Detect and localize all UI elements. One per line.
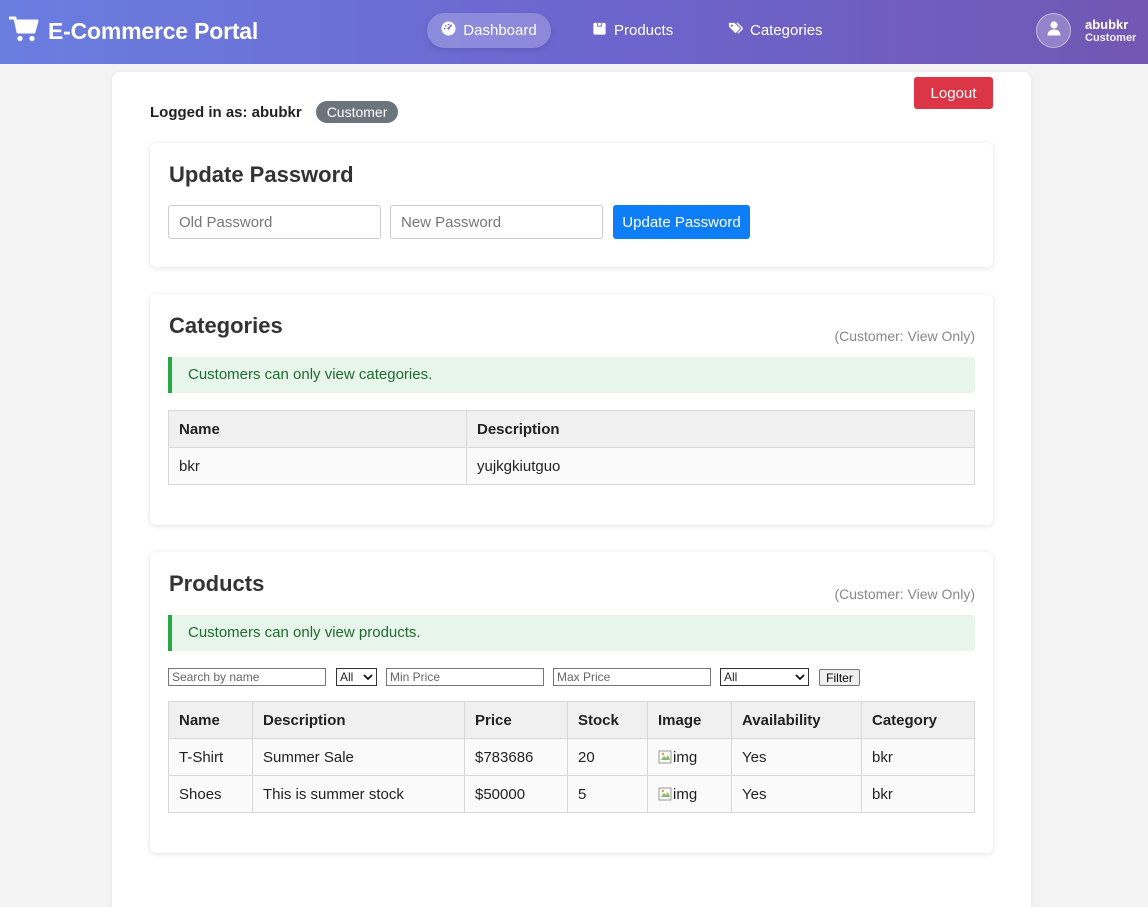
broken-image-icon [658,787,672,801]
nav-categories-label: Categories [750,22,823,39]
products-card: Products (Customer: View Only) Customers… [150,552,993,853]
availability-filter-value: All [724,670,738,684]
user-menu[interactable]: abubkr Customer [1036,13,1136,48]
cart-icon [8,15,39,48]
dashboard-icon [441,21,463,40]
user-role: Customer [1085,32,1137,44]
column-header: Price [464,701,568,739]
product-image-cell: img [647,738,732,776]
old-password-input[interactable] [168,205,381,239]
column-header: Name [168,410,467,448]
product-name-cell: T-Shirt [168,738,253,776]
brand[interactable]: E-Commerce Portal [8,15,259,48]
brand-title: E-Commerce Portal [48,17,259,44]
broken-image-icon [658,750,672,764]
table-header-row: Name Description [168,410,975,448]
product-price-cell: $50000 [464,775,568,813]
categories-card: Categories (Customer: View Only) Custome… [150,294,993,525]
user-name: abubkr [1085,17,1129,32]
logout-button[interactable]: Logout [914,77,993,109]
categories-title: Categories [169,313,283,338]
category-filter-value: All [340,670,354,684]
product-availability-cell: Yes [731,775,862,813]
products-notice: Customers can only view products. [168,615,975,651]
update-password-card: Update Password Update Password [150,143,993,267]
main-container: Logout Logged in as: abubkr Customer Upd… [112,72,1031,907]
role-badge: Customer [315,101,399,123]
category-description-cell: yujkgkiutguo [466,447,975,485]
avatar [1036,13,1071,48]
column-header: Stock [567,701,648,739]
table-row: Shoes This is summer stock $50000 5 img … [168,775,975,813]
category-filter-select[interactable]: All [336,668,377,686]
box-icon [592,21,614,40]
update-password-button[interactable]: Update Password [613,205,750,239]
filter-button[interactable]: Filter [819,669,860,686]
column-header: Description [466,410,975,448]
nav-dashboard[interactable]: Dashboard [427,13,551,48]
product-description-cell: Summer Sale [252,738,465,776]
product-image-cell: img [647,775,732,813]
products-table: Name Description Price Stock Image Avail… [168,701,975,813]
categories-notice: Customers can only view categories. [168,357,975,393]
column-header: Name [168,701,253,739]
search-input[interactable] [168,668,326,686]
product-description-cell: This is summer stock [252,775,465,813]
product-category-cell: bkr [861,775,975,813]
product-availability-cell: Yes [731,738,862,776]
min-price-input[interactable] [386,668,544,686]
product-price-cell: $783686 [464,738,568,776]
chevron-down-icon [795,670,805,684]
product-category-cell: bkr [861,738,975,776]
nav-products-label: Products [614,22,674,39]
tags-icon [728,21,750,40]
products-view-only: (Customer: View Only) [834,586,975,602]
top-navbar: E-Commerce Portal Dashboard Products Cat… [0,0,1148,64]
product-filters: All All Filter [150,668,993,687]
column-header: Description [252,701,465,739]
nav-dashboard-label: Dashboard [463,22,537,39]
column-header: Category [861,701,975,739]
chevron-down-icon [363,670,373,684]
logged-in-label: Logged in as: abubkr [150,103,302,121]
nav-categories[interactable]: Categories [728,13,823,48]
product-stock-cell: 5 [567,775,648,813]
product-image-alt: img [673,785,698,803]
column-header: Image [647,701,732,739]
categories-table: Name Description bkr yujkgkiutguo [168,410,975,485]
categories-view-only: (Customer: View Only) [834,328,975,344]
session-info: Logged in as: abubkr Customer [150,101,399,123]
products-title: Products [169,571,265,596]
new-password-input[interactable] [390,205,603,239]
availability-filter-select[interactable]: All [720,668,809,686]
table-header-row: Name Description Price Stock Image Avail… [168,701,975,739]
product-image-alt: img [673,748,698,766]
max-price-input[interactable] [553,668,711,686]
product-name-cell: Shoes [168,775,253,813]
category-name-cell: bkr [168,447,467,485]
product-stock-cell: 20 [567,738,648,776]
user-icon [1046,20,1062,41]
update-password-title: Update Password [169,162,354,187]
table-row: bkr yujkgkiutguo [168,447,975,485]
nav-products[interactable]: Products [592,13,673,48]
column-header: Availability [731,701,862,739]
table-row: T-Shirt Summer Sale $783686 20 img Yes b… [168,738,975,776]
